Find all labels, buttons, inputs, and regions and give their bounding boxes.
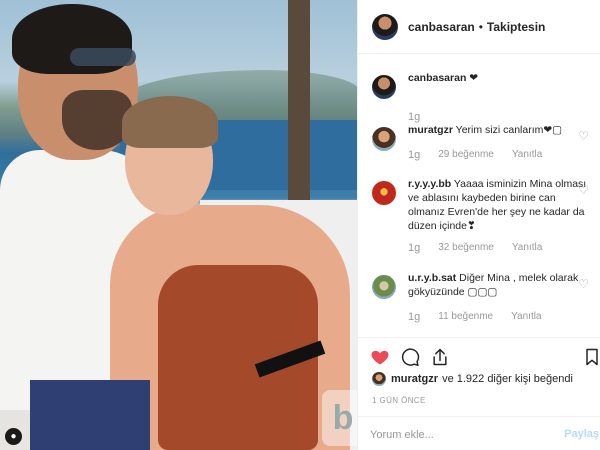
watermark-logo: b (322, 390, 357, 446)
comment-input[interactable] (370, 426, 550, 444)
comment-username[interactable]: r.y.y.y.bb (408, 178, 451, 190)
reply-button[interactable]: Yanıtla (512, 242, 542, 254)
comment-likes[interactable]: 32 beğenme (438, 242, 494, 254)
avatar[interactable] (372, 13, 398, 40)
comment-time[interactable]: 1g (408, 242, 420, 254)
header-separator: • (478, 19, 483, 34)
comment-body: canbasaran ❤ (408, 71, 588, 85)
comment-text: Yerim sizi canlarım❤▢ (455, 124, 563, 136)
comment-time[interactable]: 1g (408, 311, 420, 323)
heart-icon[interactable]: ♡ (578, 129, 589, 143)
comment-time[interactable]: 1g (408, 111, 420, 123)
post-side-panel: canbasaran • Takiptesin canbasaran ❤ 1g … (357, 0, 600, 450)
comment-icon[interactable] (400, 347, 420, 367)
likes-username[interactable]: muratgzr (391, 373, 438, 385)
comment-body: r.y.y.y.bb Yaaaa isminizin Mina olması v… (408, 177, 588, 233)
comment-meta: 1g (408, 111, 420, 123)
avatar[interactable] (372, 275, 396, 299)
following-button[interactable]: Takiptesin (487, 20, 545, 34)
comment-username[interactable]: muratgzr (408, 124, 453, 136)
likes-summary: muratgzr ve 1.922 diğer kişi beğendi (372, 372, 573, 386)
heart-icon[interactable]: ♡ (578, 183, 589, 197)
comment-time[interactable]: 1g (408, 149, 420, 161)
likes-rest[interactable]: ve 1.922 diğer kişi beğendi (442, 373, 573, 385)
avatar[interactable] (372, 75, 396, 99)
tagged-user-icon[interactable]: ● (5, 428, 22, 445)
share-icon[interactable] (430, 347, 450, 367)
comment-body: u.r.y.b.sat Diğer Mina , melek olarak gö… (408, 271, 588, 299)
avatar[interactable] (372, 372, 386, 386)
photo-pole (288, 0, 310, 200)
reply-button[interactable]: Yanıtla (511, 311, 541, 323)
heart-filled-icon[interactable] (370, 347, 390, 367)
post-actions (358, 337, 600, 373)
avatar[interactable] (372, 181, 396, 205)
comment-meta: 1g 11 beğenme Yanıtla (408, 311, 542, 323)
post-comment-button[interactable]: Paylaş (564, 428, 599, 440)
post-photo: b ● (0, 0, 357, 450)
comment-text: ❤ (469, 72, 479, 84)
comments-list: canbasaran ❤ 1g muratgzr Yerim sizi canl… (358, 55, 600, 337)
bookmark-icon[interactable] (582, 347, 600, 367)
heart-icon[interactable]: ♡ (578, 277, 589, 291)
post-header: canbasaran • Takiptesin (358, 0, 600, 54)
add-comment-bar: Paylaş (358, 416, 600, 450)
comment-meta: 1g 32 beğenme Yanıtla (408, 242, 542, 254)
comment-likes[interactable]: 29 beğenme (438, 149, 494, 161)
comment-username[interactable]: canbasaran (408, 72, 466, 84)
comment-likes[interactable]: 11 beğenme (438, 311, 493, 323)
comment-meta: 1g 29 beğenme Yanıtla (408, 149, 542, 161)
avatar[interactable] (372, 127, 396, 151)
comment-username[interactable]: u.r.y.b.sat (408, 272, 456, 284)
post-time-ago[interactable]: 1 GÜN ÖNCE (372, 396, 426, 405)
photo-woman-hair (122, 96, 218, 148)
photo-shorts (30, 380, 150, 450)
reply-button[interactable]: Yanıtla (512, 149, 542, 161)
comment-body: muratgzr Yerim sizi canlarım❤▢ (408, 123, 588, 137)
photo-sunglasses (70, 48, 136, 66)
header-username[interactable]: canbasaran (408, 20, 475, 34)
